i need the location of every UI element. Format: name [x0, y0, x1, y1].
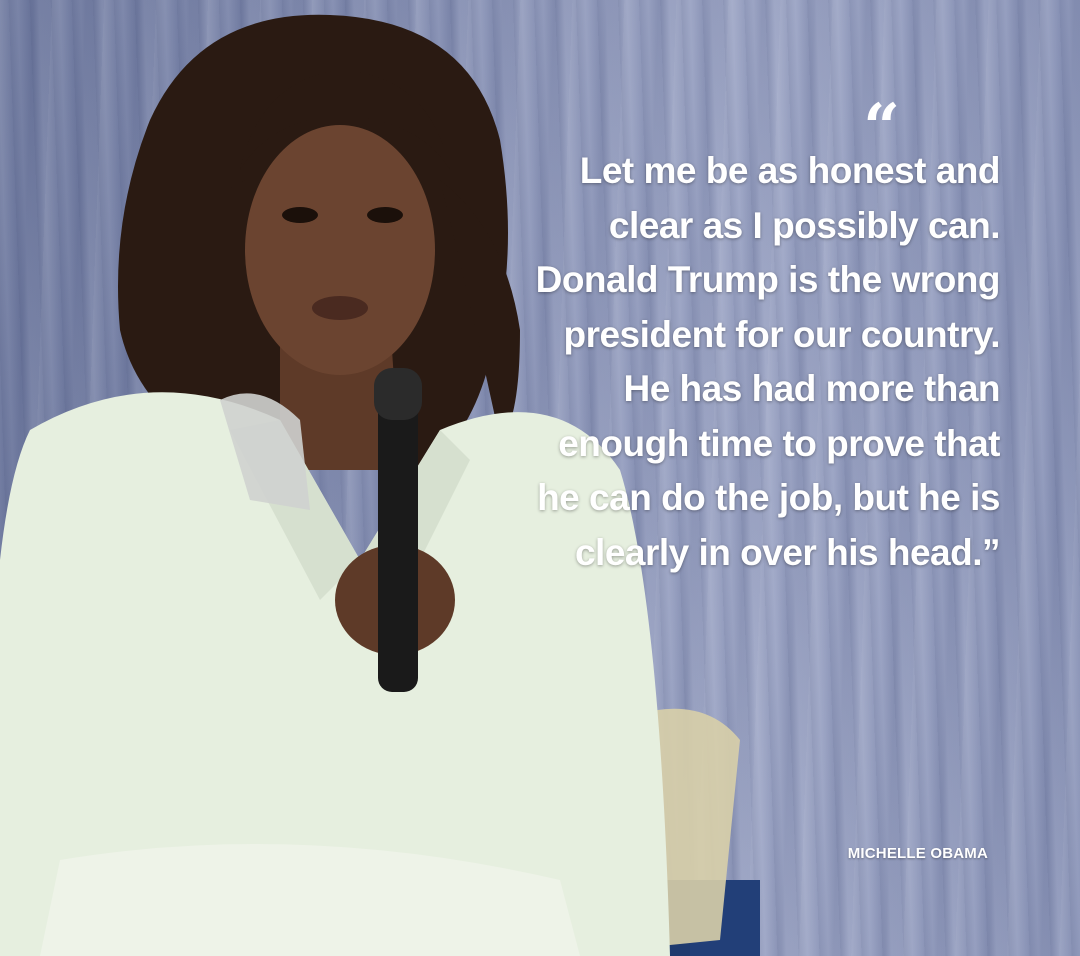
- face: [245, 125, 435, 375]
- mouth: [312, 296, 368, 320]
- quote-block: “ Let me be as honest and clear as I pos…: [530, 90, 1001, 580]
- quote-text: Let me be as honest and clear as I possi…: [535, 150, 1001, 573]
- open-quote-icon: “: [863, 90, 900, 165]
- quote-attribution: MICHELLE OBAMA: [847, 845, 988, 862]
